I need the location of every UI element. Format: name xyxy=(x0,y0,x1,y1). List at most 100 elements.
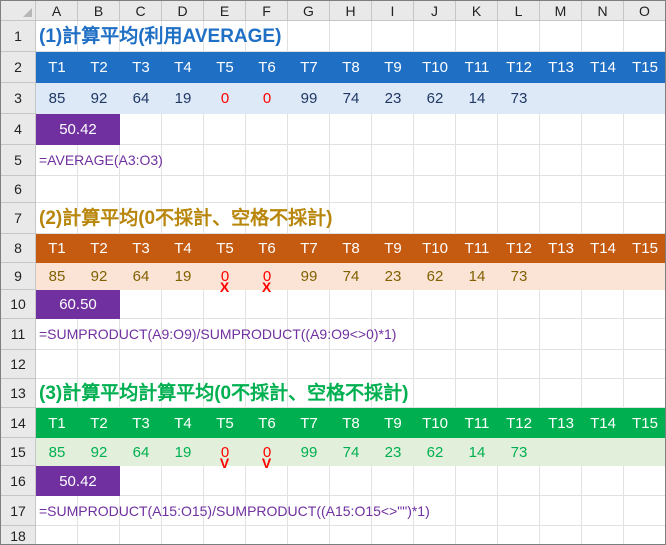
header-cell-t9[interactable]: T9 xyxy=(372,52,414,83)
row-header-16[interactable]: 16 xyxy=(1,466,36,496)
header-cell-t15[interactable]: T15 xyxy=(624,408,665,438)
row-header-15[interactable]: 15 xyxy=(1,438,36,466)
value-cell[interactable]: 62 xyxy=(414,263,456,290)
header-cell-t13[interactable]: T13 xyxy=(540,52,582,83)
header-cell-t11[interactable]: T11 xyxy=(456,234,498,263)
column-header-d[interactable]: D xyxy=(162,1,204,21)
header-cell-t14[interactable]: T14 xyxy=(582,408,624,438)
column-header-i[interactable]: I xyxy=(372,1,414,21)
value-cell[interactable]: 64 xyxy=(120,83,162,114)
row-header-14[interactable]: 14 xyxy=(1,408,36,438)
header-cell-t6[interactable]: T6 xyxy=(246,408,288,438)
header-cell-t7[interactable]: T7 xyxy=(288,52,330,83)
column-header-e[interactable]: E xyxy=(204,1,246,21)
column-header-f[interactable]: F xyxy=(246,1,288,21)
header-cell-t4[interactable]: T4 xyxy=(162,234,204,263)
value-cell[interactable] xyxy=(582,438,624,466)
header-cell-t10[interactable]: T10 xyxy=(414,52,456,83)
header-cell-t12[interactable]: T12 xyxy=(498,234,540,263)
value-cell[interactable]: 85 xyxy=(36,438,78,466)
header-cell-t8[interactable]: T8 xyxy=(330,408,372,438)
value-cell[interactable]: 85 xyxy=(36,263,78,290)
column-header-j[interactable]: J xyxy=(414,1,456,21)
value-cell[interactable]: 73 xyxy=(498,263,540,290)
column-header-m[interactable]: M xyxy=(540,1,582,21)
header-cell-t8[interactable]: T8 xyxy=(330,234,372,263)
header-cell-t5[interactable]: T5 xyxy=(204,52,246,83)
value-cell[interactable] xyxy=(624,263,665,290)
row-header-12[interactable]: 12 xyxy=(1,350,36,379)
row-header-10[interactable]: 10 xyxy=(1,290,36,319)
column-header-c[interactable]: C xyxy=(120,1,162,21)
row-header-4[interactable]: 4 xyxy=(1,114,36,145)
header-cell-t9[interactable]: T9 xyxy=(372,234,414,263)
row-header-17[interactable]: 17 xyxy=(1,496,36,526)
header-cell-t4[interactable]: T4 xyxy=(162,52,204,83)
header-cell-t13[interactable]: T13 xyxy=(540,408,582,438)
row-header-2[interactable]: 2 xyxy=(1,52,36,83)
header-cell-t10[interactable]: T10 xyxy=(414,234,456,263)
formula-text[interactable]: =SUMPRODUCT(A9:O9)/SUMPRODUCT((A9:O9<>0)… xyxy=(39,319,396,350)
header-cell-t15[interactable]: T15 xyxy=(624,234,665,263)
result-cell[interactable]: 50.42 xyxy=(36,466,120,496)
value-cell[interactable]: 14 xyxy=(456,263,498,290)
result-cell[interactable]: 60.50 xyxy=(36,290,120,319)
value-cell[interactable]: 0 xyxy=(246,83,288,114)
value-cell[interactable]: 64 xyxy=(120,263,162,290)
value-cell[interactable]: 99 xyxy=(288,263,330,290)
row-header-18[interactable]: 18 xyxy=(1,526,36,544)
value-cell[interactable]: 19 xyxy=(162,263,204,290)
header-cell-t7[interactable]: T7 xyxy=(288,234,330,263)
header-cell-t4[interactable]: T4 xyxy=(162,408,204,438)
header-cell-t1[interactable]: T1 xyxy=(36,52,78,83)
select-all-corner[interactable] xyxy=(1,1,36,21)
value-cell[interactable]: 73 xyxy=(498,83,540,114)
header-cell-t2[interactable]: T2 xyxy=(78,234,120,263)
header-cell-t15[interactable]: T15 xyxy=(624,52,665,83)
header-cell-t2[interactable]: T2 xyxy=(78,408,120,438)
formula-text[interactable]: =SUMPRODUCT(A15:O15)/SUMPRODUCT((A15:O15… xyxy=(39,496,430,526)
header-cell-t11[interactable]: T11 xyxy=(456,408,498,438)
value-cell[interactable]: 62 xyxy=(414,438,456,466)
value-cell[interactable]: 64 xyxy=(120,438,162,466)
value-cell[interactable]: 62 xyxy=(414,83,456,114)
value-cell[interactable] xyxy=(540,263,582,290)
value-cell[interactable]: 73 xyxy=(498,438,540,466)
header-cell-t7[interactable]: T7 xyxy=(288,408,330,438)
row-header-13[interactable]: 13 xyxy=(1,379,36,408)
value-cell[interactable] xyxy=(624,438,665,466)
header-cell-t6[interactable]: T6 xyxy=(246,52,288,83)
value-cell[interactable]: 23 xyxy=(372,438,414,466)
value-cell[interactable]: 0 xyxy=(204,83,246,114)
value-cell[interactable]: 99 xyxy=(288,83,330,114)
header-cell-t14[interactable]: T14 xyxy=(582,234,624,263)
header-cell-t12[interactable]: T12 xyxy=(498,408,540,438)
value-cell[interactable]: 23 xyxy=(372,263,414,290)
column-header-n[interactable]: N xyxy=(582,1,624,21)
value-cell[interactable]: 85 xyxy=(36,83,78,114)
row-header-7[interactable]: 7 xyxy=(1,203,36,234)
header-cell-t5[interactable]: T5 xyxy=(204,234,246,263)
header-cell-t11[interactable]: T11 xyxy=(456,52,498,83)
value-cell[interactable] xyxy=(540,83,582,114)
header-cell-t1[interactable]: T1 xyxy=(36,234,78,263)
value-cell[interactable]: 92 xyxy=(78,83,120,114)
value-cell[interactable]: 14 xyxy=(456,83,498,114)
column-header-k[interactable]: K xyxy=(456,1,498,21)
value-cell[interactable] xyxy=(582,83,624,114)
column-header-b[interactable]: B xyxy=(78,1,120,21)
value-cell[interactable] xyxy=(582,263,624,290)
header-cell-t3[interactable]: T3 xyxy=(120,52,162,83)
value-cell[interactable]: 74 xyxy=(330,83,372,114)
value-cell[interactable]: 74 xyxy=(330,438,372,466)
value-cell[interactable]: 92 xyxy=(78,438,120,466)
value-cell[interactable]: 99 xyxy=(288,438,330,466)
value-cell[interactable]: 74 xyxy=(330,263,372,290)
value-cell[interactable]: 92 xyxy=(78,263,120,290)
value-cell[interactable]: 23 xyxy=(372,83,414,114)
header-cell-t9[interactable]: T9 xyxy=(372,408,414,438)
header-cell-t13[interactable]: T13 xyxy=(540,234,582,263)
header-cell-t14[interactable]: T14 xyxy=(582,52,624,83)
header-cell-t5[interactable]: T5 xyxy=(204,408,246,438)
header-cell-t8[interactable]: T8 xyxy=(330,52,372,83)
